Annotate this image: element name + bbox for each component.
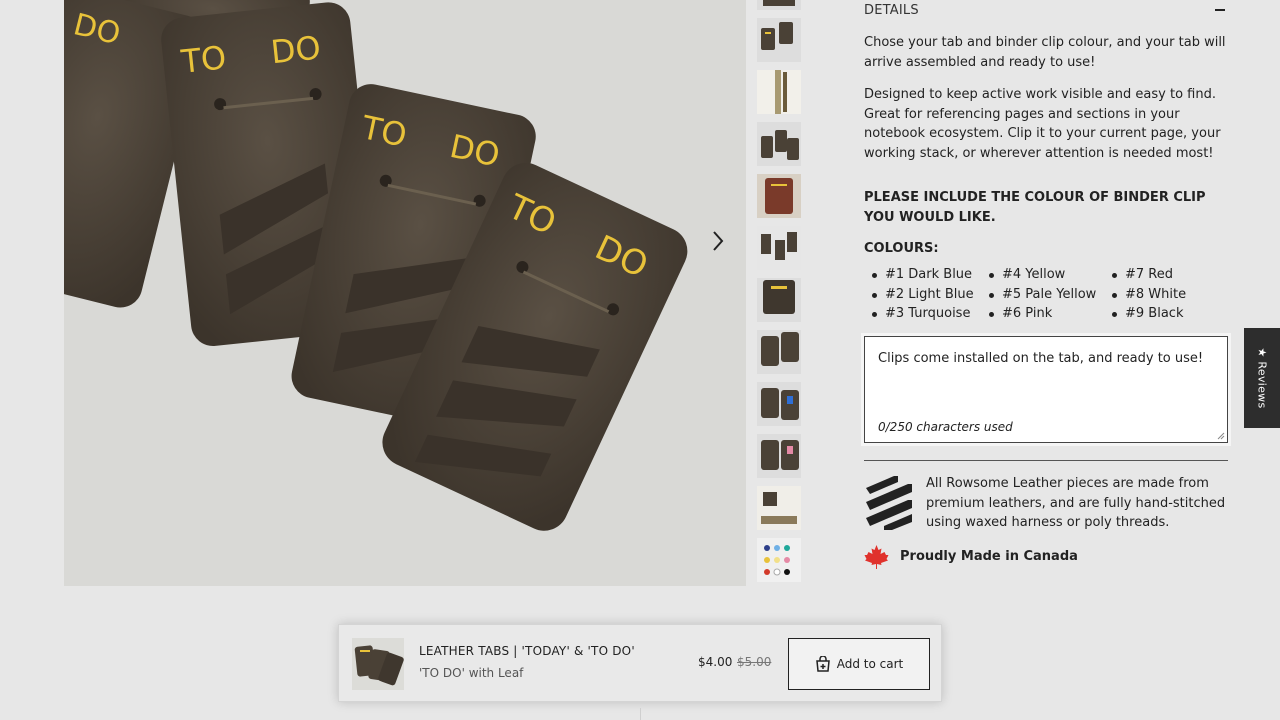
- minus-icon: [1215, 9, 1225, 11]
- leather-info: All Rowsome Leather pieces are made from…: [864, 474, 1228, 532]
- thumbnail-12[interactable]: [757, 538, 801, 582]
- details-description: Designed to keep active work visible and…: [864, 87, 1221, 161]
- cart-product-variant: 'TO DO' with Leaf: [419, 666, 524, 680]
- clip-colour-notice: PLEASE INCLUDE THE COLOUR OF BINDER CLIP…: [864, 190, 1206, 225]
- thumbnail-strip: [757, 0, 801, 586]
- colours-list: #1 Dark Blue #2 Light Blue #3 Turquoise …: [864, 265, 1228, 324]
- details-heading: DETAILS: [864, 2, 919, 18]
- colour-item: #4 Yellow: [981, 265, 1104, 285]
- textarea-placeholder: Clips come installed on the tab, and rea…: [878, 351, 1204, 366]
- thumbnail-6[interactable]: [757, 226, 801, 270]
- colour-item: #7 Red: [1104, 265, 1224, 285]
- colour-item: #9 Black: [1104, 304, 1224, 324]
- sale-price: $4.00: [698, 655, 733, 669]
- colours-heading: COLOURS:: [864, 241, 939, 256]
- product-page: DO TO DO TO DO TO DO DETAILS Chose your …: [0, 0, 1280, 720]
- resize-handle-icon[interactable]: [1217, 432, 1225, 440]
- colour-item: #3 Turquoise: [864, 304, 981, 324]
- thumbnail-5[interactable]: [757, 174, 801, 218]
- thumbnail-8[interactable]: [757, 330, 801, 374]
- next-image-button[interactable]: [705, 228, 731, 254]
- divider: [864, 460, 1228, 461]
- svg-text:DO: DO: [269, 28, 323, 71]
- sticky-cart-bar: LEATHER TABS | 'TODAY' & 'TO DO' 'TO DO'…: [338, 624, 942, 702]
- thumbnail-2[interactable]: [757, 18, 801, 62]
- cart-product-thumbnail: [352, 638, 404, 690]
- cart-product-title: LEATHER TABS | 'TODAY' & 'TO DO': [419, 644, 635, 658]
- thumbnail-4[interactable]: [757, 122, 801, 166]
- main-product-image[interactable]: DO TO DO TO DO TO DO: [64, 0, 746, 586]
- thumbnail-3[interactable]: [757, 70, 801, 114]
- add-to-cart-label: Add to cart: [836, 657, 904, 671]
- maple-leaf-icon: [864, 545, 889, 569]
- colour-item: #2 Light Blue: [864, 285, 981, 305]
- rowsome-logo-icon: [866, 476, 912, 530]
- thumbnail-10[interactable]: [757, 434, 801, 478]
- character-counter: 0/250 characters used: [878, 420, 1013, 434]
- reviews-tab-label: ★ Reviews: [1255, 347, 1269, 409]
- clip-colour-textarea[interactable]: Clips come installed on the tab, and rea…: [861, 333, 1231, 446]
- made-in-canada-label: Proudly Made in Canada: [900, 549, 1078, 564]
- colour-item: #8 White: [1104, 285, 1224, 305]
- details-accordion-header[interactable]: DETAILS: [864, 0, 1228, 20]
- divider: [640, 708, 641, 720]
- thumbnail-7[interactable]: [757, 278, 801, 322]
- compare-at-price: $5.00: [737, 655, 772, 669]
- thumbnail-1[interactable]: [757, 0, 801, 10]
- leather-info-text: All Rowsome Leather pieces are made from…: [926, 476, 1226, 530]
- made-in-canada: Proudly Made in Canada: [864, 544, 1228, 570]
- svg-text:TO: TO: [179, 38, 228, 81]
- chevron-right-icon: [713, 231, 724, 251]
- colour-item: #5 Pale Yellow: [981, 285, 1104, 305]
- details-intro: Chose your tab and binder clip colour, a…: [864, 35, 1226, 70]
- colour-item: #1 Dark Blue: [864, 265, 981, 285]
- colour-item: #6 Pink: [981, 304, 1104, 324]
- thumbnail-9[interactable]: [757, 382, 801, 426]
- add-to-cart-button[interactable]: Add to cart: [788, 638, 930, 690]
- thumbnail-11[interactable]: [757, 486, 801, 530]
- cart-add-icon: [815, 656, 830, 672]
- reviews-tab[interactable]: ★ Reviews: [1244, 328, 1280, 428]
